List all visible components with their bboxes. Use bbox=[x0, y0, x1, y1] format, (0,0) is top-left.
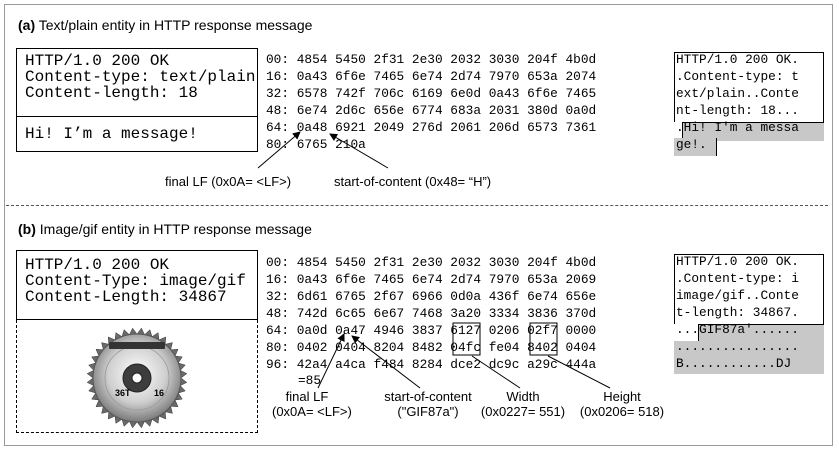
panel-b-width-box bbox=[452, 322, 481, 356]
panel-b-final-lf-arrow bbox=[317, 333, 345, 389]
panel-b-height-pointer bbox=[547, 355, 611, 389]
panel-b-height-box bbox=[529, 322, 558, 356]
panel-b-width-pointer bbox=[471, 355, 521, 389]
panel-a-start-arrow bbox=[329, 133, 389, 169]
panel-a-final-lf-arrow bbox=[257, 131, 301, 169]
panel-b-start-arrow bbox=[351, 335, 421, 389]
annotation-overlay bbox=[257, 131, 611, 389]
